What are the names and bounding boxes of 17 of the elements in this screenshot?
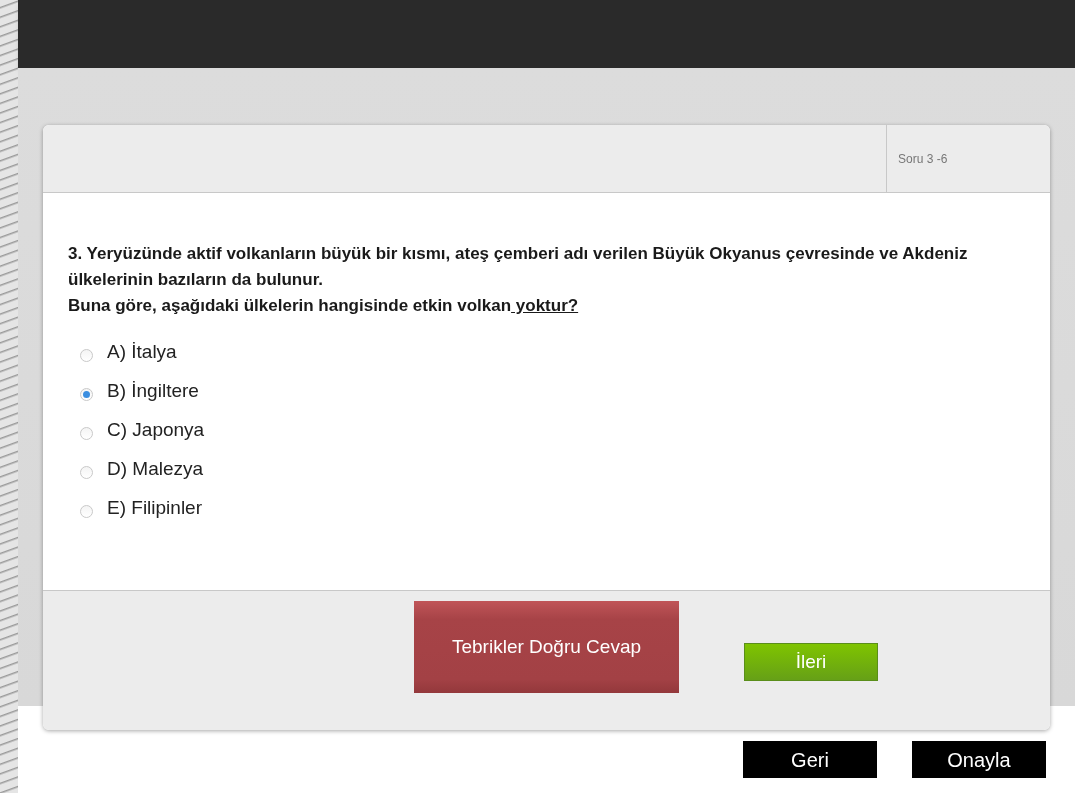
question-prompt: Buna göre, aşağıdaki ülkelerin hangisinde etkin volkan [68,296,512,315]
radio-button[interactable] [80,387,93,401]
feedback-banner: Tebrikler Doğru Cevap [414,601,679,693]
answer-option[interactable]: B) İngiltere [80,378,199,404]
question-counter: Soru 3 -6 [898,150,948,168]
nav-button[interactable]: Onayla [912,741,1046,778]
answer-option[interactable]: C) Japonya [80,417,205,443]
answer-option[interactable]: D) Malezya [80,456,204,482]
nav-button[interactable]: Geri [743,741,877,778]
radio-button[interactable] [80,426,93,440]
answer-option[interactable]: A) İtalya [80,339,177,365]
radio-button[interactable] [80,504,93,518]
emphasized-word: yoktur? [514,296,579,315]
question-text: 3. Yeryüzünde aktif volkanların büyük bir kısmı, ateş çemberi adı verilen Büyük Okyanus çevresinde ve Akdeniz ülkelerinin bazıların da bulunur. [68,243,969,291]
answer-option[interactable]: E) Filipinler [80,495,203,521]
radio-button[interactable] [80,348,93,362]
radio-button[interactable] [80,465,93,479]
